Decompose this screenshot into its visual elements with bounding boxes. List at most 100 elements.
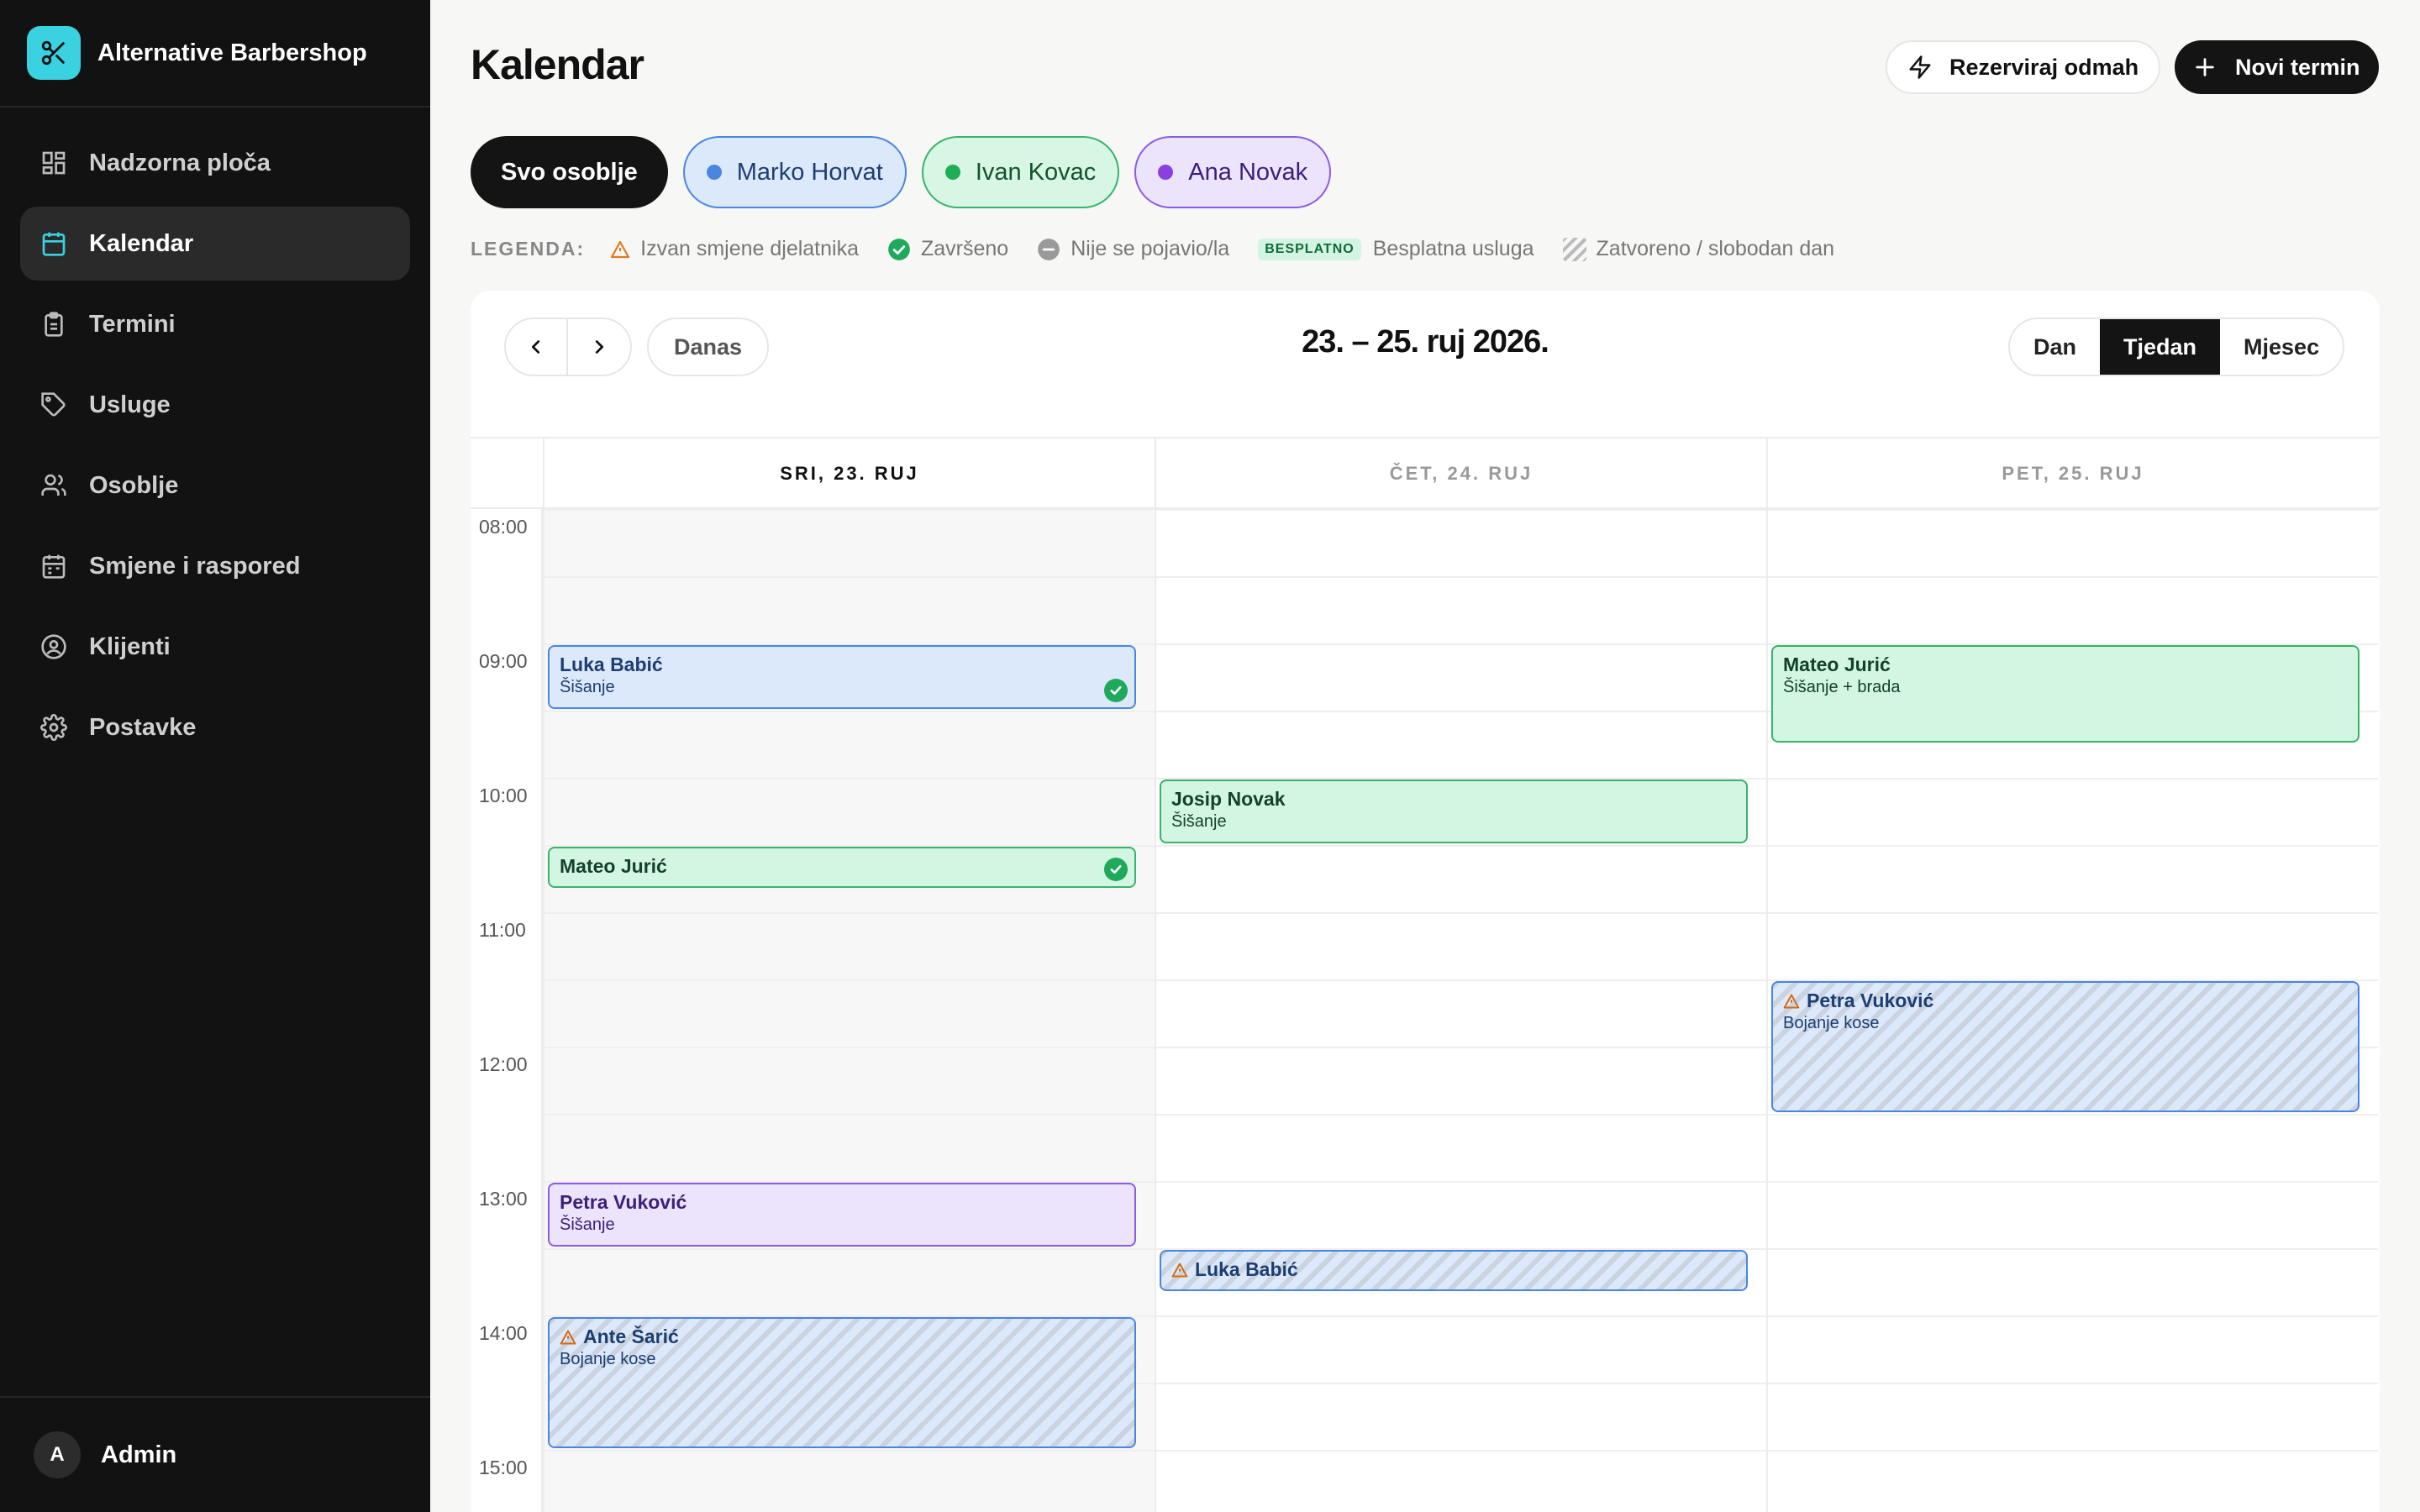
view-month-button[interactable]: Mjesec: [2220, 319, 2343, 375]
sidebar-item-services[interactable]: Usluge: [20, 368, 410, 442]
staff-chip-ivan[interactable]: Ivan Kovac: [921, 136, 1120, 208]
dashboard-icon: [42, 151, 66, 175]
half-hour-line: [544, 979, 1155, 981]
sidebar-item-staff[interactable]: Osoblje: [20, 449, 410, 522]
gear-icon: [40, 714, 67, 741]
staff-chip-label: Marko Horvat: [736, 158, 883, 186]
hour-line: [1156, 912, 1766, 914]
legend-title: LEGENDA:: [471, 238, 586, 260]
half-hour-line: [1768, 1383, 2378, 1384]
view-week-button[interactable]: Tjedan: [2100, 319, 2221, 375]
appointment-card[interactable]: Ante Šarić Bojanje kose: [548, 1317, 1136, 1448]
hour-line: [544, 1047, 1155, 1048]
hour-line: [1156, 1047, 1766, 1048]
appointment-card[interactable]: Petra Vuković Bojanje kose: [1771, 981, 2360, 1112]
warning-icon: [1783, 994, 1800, 1008]
appointment-card[interactable]: Luka Babić Šišanje: [548, 645, 1136, 709]
hour-line: [1156, 509, 1766, 511]
staff-chip-all[interactable]: Svo osoblje: [471, 136, 668, 208]
hour-line: [544, 912, 1155, 914]
sidebar-item-clients[interactable]: Klijenti: [20, 610, 410, 684]
appointment-client: Josip Novak: [1171, 788, 1736, 811]
user-circle-icon: [41, 634, 66, 659]
minus-circle-icon: [1038, 238, 1060, 260]
sidebar-item-calendar[interactable]: Kalendar: [20, 207, 410, 281]
hour-line: [1768, 1450, 2378, 1452]
half-hour-line: [1768, 1248, 2378, 1250]
staff-color-dot: [944, 165, 960, 180]
staff-chip-ana[interactable]: Ana Novak: [1134, 136, 1332, 208]
day-header: SRI, 23. RUJ: [543, 438, 1155, 509]
half-hour-line: [1156, 576, 1766, 578]
staff-chip-marko[interactable]: Marko Horvat: [682, 136, 907, 208]
appointment-client-name: Mateo Jurić: [1783, 654, 1891, 675]
appointment-client-name: Petra Vuković: [560, 1191, 687, 1213]
warning-icon: [611, 240, 630, 258]
sidebar: Alternative Barbershop Nadzorna ploča Ka…: [0, 0, 430, 1512]
sidebar-item-label: Smjene i raspored: [89, 552, 301, 580]
hour-line: [544, 509, 1155, 511]
staff-chip-label: Ana Novak: [1188, 158, 1308, 186]
half-hour-line: [1156, 1114, 1766, 1116]
hour-line: [1156, 643, 1766, 645]
half-hour-line: [544, 1248, 1155, 1250]
view-toggle: Dan Tjedan Mjesec: [2008, 318, 2345, 376]
appointment-card[interactable]: Mateo Jurić Šišanje + brada: [1771, 645, 2360, 743]
scissors-icon: [27, 26, 81, 80]
hour-line: [1768, 1315, 2378, 1317]
time-label: 12:00: [479, 1053, 528, 1075]
sidebar-item-label: Usluge: [89, 391, 171, 418]
half-hour-line: [544, 711, 1155, 712]
sidebar-item-shifts[interactable]: Smjene i raspored: [20, 529, 410, 603]
appointment-card[interactable]: Petra Vuković Šišanje: [548, 1183, 1136, 1247]
appointment-client-name: Josip Novak: [1171, 788, 1286, 810]
day-header: ČET, 24. RUJ: [1155, 438, 1766, 509]
appointment-card[interactable]: Luka Babić: [1160, 1250, 1748, 1292]
appointment-client: Ante Šarić: [560, 1326, 1124, 1348]
legend-outside-shift: Izvan smjene djelatnika: [610, 237, 859, 261]
user-name: Admin: [101, 1441, 177, 1468]
brand[interactable]: Alternative Barbershop: [0, 0, 430, 108]
day-column[interactable]: Luka Babić Šišanje Mateo Jurić Petra Vukovi…: [543, 509, 1155, 1512]
hour-line: [1156, 1315, 1766, 1317]
hour-line: [1768, 778, 2378, 780]
day-column[interactable]: Josip Novak Šišanje Luka Babić: [1155, 509, 1766, 1512]
appointment-service: Šišanje: [1171, 812, 1227, 831]
half-hour-line: [544, 576, 1155, 578]
legend-label: Završeno: [921, 237, 1009, 260]
appointment-client: Mateo Jurić: [560, 855, 1124, 878]
half-hour-line: [1156, 979, 1766, 981]
new-appointment-button[interactable]: Novi termin: [2175, 40, 2379, 94]
sidebar-item-label: Postavke: [89, 713, 197, 741]
sidebar-item-settings[interactable]: Postavke: [20, 690, 410, 764]
half-hour-line: [1768, 1114, 2378, 1116]
sidebar-item-label: Kalendar: [89, 229, 194, 257]
time-label: 13:00: [479, 1188, 528, 1210]
staff-color-dot: [706, 165, 722, 180]
appointment-card[interactable]: Josip Novak Šišanje: [1160, 780, 1748, 843]
hour-line: [1768, 1181, 2378, 1183]
completed-check-icon: [1104, 679, 1128, 702]
appointment-client-name: Mateo Jurić: [560, 855, 667, 877]
appointment-card[interactable]: Mateo Jurić: [548, 847, 1136, 889]
staff-color-dot: [1158, 165, 1174, 180]
half-hour-line: [1768, 845, 2378, 847]
warning-icon: [1171, 1263, 1188, 1277]
day-column[interactable]: Mateo Jurić Šišanje + brada Petra Vuković B…: [1766, 509, 2378, 1512]
sidebar-item-appointments[interactable]: Termini: [20, 287, 410, 361]
sidebar-item-dashboard[interactable]: Nadzorna ploča: [20, 126, 410, 200]
half-hour-line: [1156, 711, 1766, 712]
appointment-client-name: Luka Babić: [1195, 1258, 1298, 1280]
appointment-client: Mateo Jurić: [1783, 654, 2348, 676]
hour-line: [1768, 509, 2378, 511]
quick-book-button[interactable]: Rezerviraj odmah: [1886, 40, 2161, 94]
warning-icon: [560, 1330, 576, 1344]
half-hour-line: [544, 1114, 1155, 1116]
view-day-button[interactable]: Dan: [2010, 319, 2100, 375]
appointment-service: Šišanje: [560, 1215, 615, 1234]
quick-book-label: Rezerviraj odmah: [1949, 54, 2139, 80]
appointment-client-name: Ante Šarić: [583, 1326, 679, 1347]
time-label: 14:00: [479, 1322, 528, 1344]
appointment-client: Luka Babić: [560, 654, 1124, 676]
user-menu[interactable]: A Admin: [0, 1396, 430, 1512]
